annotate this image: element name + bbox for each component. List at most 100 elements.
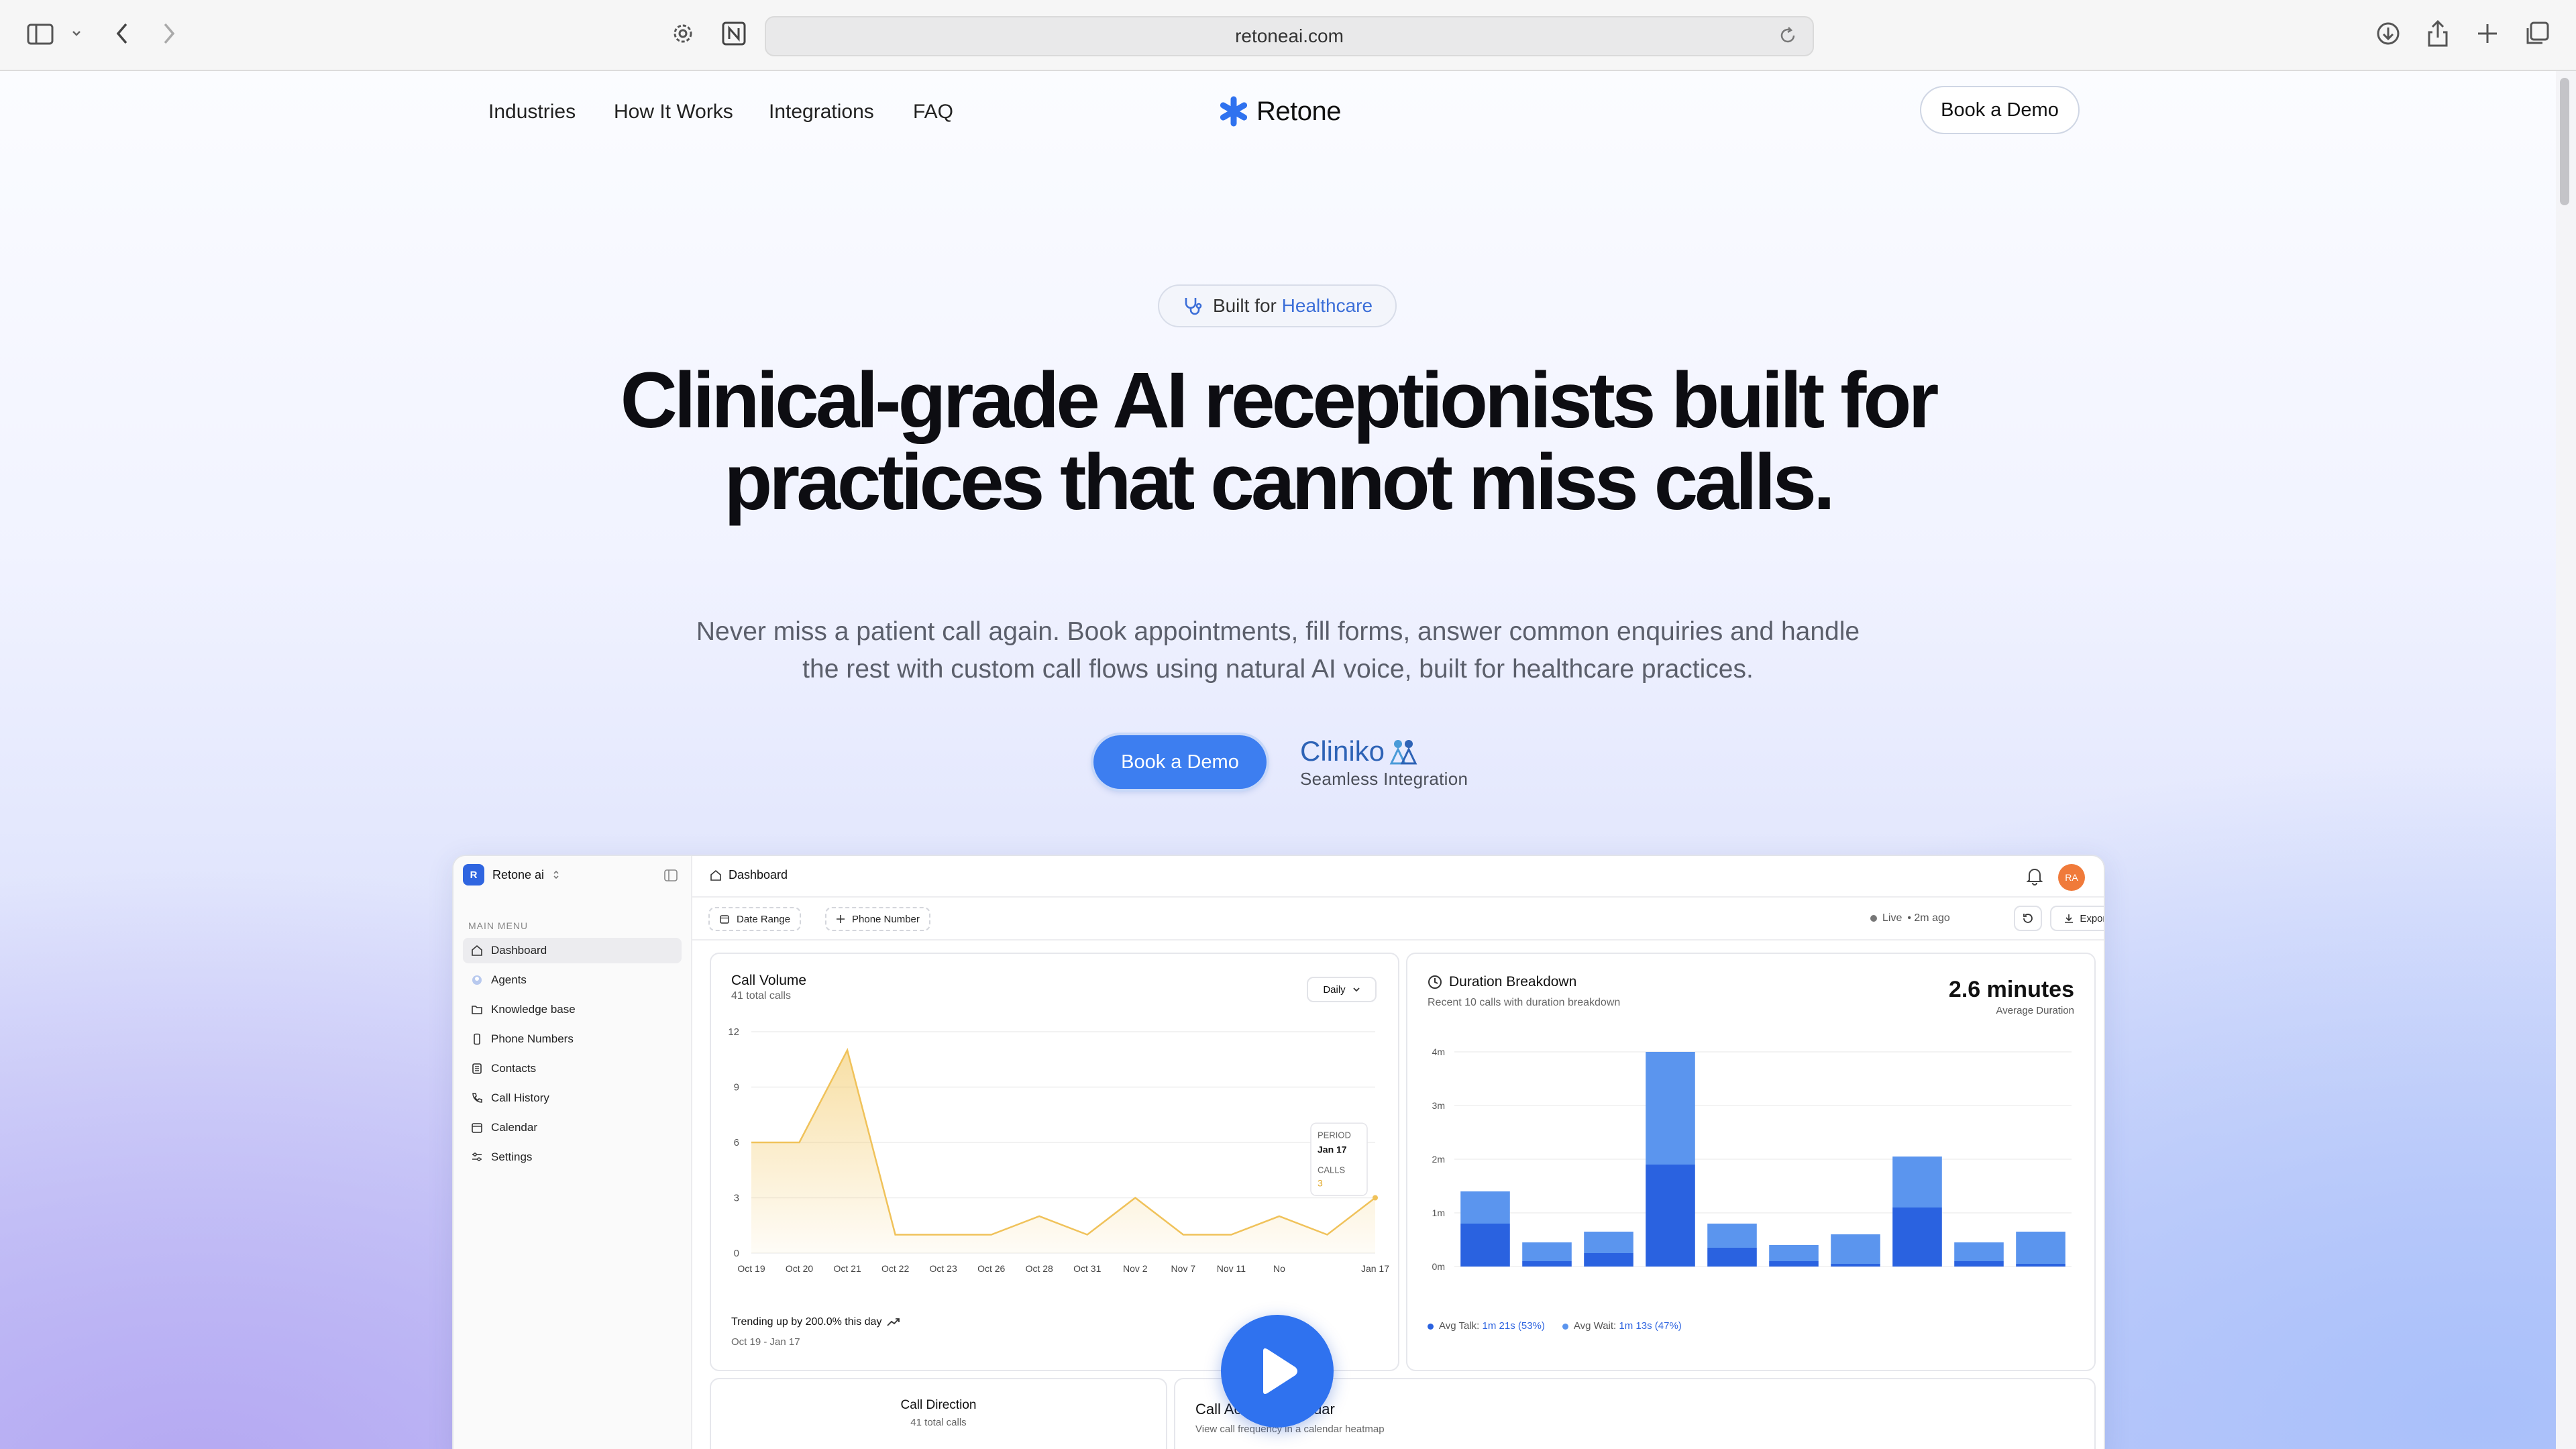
play-icon [1263,1348,1297,1394]
sidebar-item-label: Agents [491,973,527,986]
duration-subtitle: Recent 10 calls with duration breakdown [1428,997,1621,1008]
play-video-button[interactable] [1221,1315,1334,1428]
workspace-switcher[interactable]: R Retone ai [463,864,560,885]
sidebar-item-contacts[interactable]: Contacts [463,1056,682,1081]
duration-bar-chart: 0m 1m 2m 3m 4m [1432,1046,2072,1272]
contacts-icon [472,1063,482,1074]
bar-talk [1831,1264,1880,1267]
sidebar-item-agents[interactable]: Agents [463,967,682,993]
bar-talk [1584,1253,1633,1267]
new-tab-icon[interactable] [2474,20,2501,47]
back-icon[interactable] [114,21,130,46]
cliniko-integration[interactable]: Cliniko Seamless Integration [1300,735,1468,790]
page-scrollbar-thumb[interactable] [2560,78,2569,205]
chevron-updown-icon [553,870,559,879]
legend-talk-label: Avg Talk: [1439,1320,1480,1332]
tooltip-period-label: PERIOD [1318,1130,1351,1140]
bar-wait [1646,1052,1695,1165]
sidebar-item-phone-numbers[interactable]: Phone Numbers [463,1026,682,1052]
clock-icon [1428,975,1442,989]
x-tick-label: Oct 19 [737,1263,765,1274]
refresh-button[interactable] [2014,906,2042,931]
agent-icon [472,975,482,985]
x-tick-label: Oct 21 [833,1263,861,1274]
browser-toolbar: retoneai.com [0,0,2576,71]
sidebar-item-label: Calendar [491,1121,537,1134]
call-volume-chart: 0 3 6 9 12 Oct 19 Oct 20 Oct 21 Oct 22 Oct 23 Oct … [728,1026,1389,1274]
share-icon[interactable] [2424,19,2451,48]
sidebar-item-call-history[interactable]: Call History [463,1085,682,1111]
book-demo-hero-button[interactable]: Book a Demo [1093,735,1267,789]
tooltip-calls: 3 [1318,1177,1323,1188]
breadcrumb: Dashboard [710,868,788,882]
menu-title: MAIN MENU [468,920,529,931]
address-bar[interactable]: retoneai.com [765,16,1814,56]
nav-how-it-works[interactable]: How It Works [614,101,733,123]
sidebar-toggle-icon[interactable] [27,23,54,46]
date-range-filter[interactable]: Date Range [708,907,802,931]
asterisk-logo-icon [1220,96,1248,127]
bar-wait [1707,1224,1757,1248]
sidebar-item-label: Phone Numbers [491,1032,574,1045]
legend-wait-swatch [1562,1323,1568,1330]
chevron-down-icon[interactable] [71,28,82,39]
book-demo-nav-button[interactable]: Book a Demo [1920,86,2080,134]
export-button[interactable]: Export [2050,906,2104,931]
sidebar-item-label: Knowledge base [491,1003,576,1016]
nav-integrations[interactable]: Integrations [769,101,874,123]
settings-sliders-icon [472,1152,482,1161]
bar-wait [1460,1191,1510,1224]
y-tick-label: 0m [1432,1261,1445,1272]
sidebar-item-calendar[interactable]: Calendar [463,1115,682,1140]
bar-talk [1769,1261,1819,1267]
y-tick-label: 3 [734,1193,739,1204]
live-dot-icon [1870,915,1877,922]
x-tick-label: Jan 17 [1361,1263,1389,1274]
x-tick-label: No [1273,1263,1285,1274]
nav-industries[interactable]: Industries [488,101,576,123]
call-volume-subtitle: 41 total calls [731,990,791,1002]
download-icon[interactable] [2375,20,2402,47]
sidebar-item-settings[interactable]: Settings [463,1144,682,1170]
period-select[interactable]: Daily [1307,977,1377,1002]
notion-icon[interactable] [720,20,747,47]
breadcrumb-label: Dashboard [729,868,788,881]
collapse-sidebar-icon[interactable] [664,869,678,881]
x-tick-label: Oct 22 [881,1263,909,1274]
legend-wait-label: Avg Wait: [1573,1320,1617,1332]
download-icon [2065,914,2074,923]
duration-breakdown-card: Duration Breakdown Recent 10 calls with … [1406,953,2096,1371]
duration-title-label: Duration Breakdown [1449,974,1577,989]
duration-title: Duration Breakdown [1428,974,1576,990]
legend-wait-value: 1m 13s (47%) [1619,1320,1682,1332]
workspace-avatar: R [463,864,484,885]
hero-headline: Clinical-grade AI receptionists built fo… [470,360,2086,523]
y-tick-label: 6 [734,1137,739,1148]
cliniko-caption: Seamless Integration [1300,769,1468,789]
user-avatar[interactable]: RA [2058,864,2085,891]
x-tick-label: Oct 20 [786,1263,813,1274]
call-volume-title: Call Volume [731,973,807,988]
y-tick-label: 4m [1432,1046,1445,1057]
live-time: • 2m ago [1907,912,1950,924]
calendar-icon [472,1123,482,1133]
gear-icon[interactable] [669,20,696,47]
tab-overview-icon[interactable] [2524,20,2551,47]
badge-highlight: Healthcare [1281,295,1373,316]
bell-icon[interactable] [2026,867,2043,885]
bar-wait [1831,1234,1880,1264]
sidebar-item-label: Contacts [491,1062,537,1075]
sidebar-item-knowledge-base[interactable]: Knowledge base [463,997,682,1022]
reload-icon[interactable] [1778,25,1798,50]
forward-icon[interactable] [161,21,177,46]
sidebar-item-dashboard[interactable]: Dashboard [463,938,682,963]
filter-bar: Date Range Phone Number Live • 2m ago Ex… [692,898,2104,941]
phone-call-icon [472,1093,482,1103]
page-scrollbar[interactable] [2556,71,2576,1449]
y-tick-label: 1m [1432,1208,1445,1218]
brand-logo[interactable]: Retone [1218,95,1341,127]
x-tick-label: Oct 31 [1073,1263,1101,1274]
bar-talk [2016,1264,2065,1267]
phone-number-filter[interactable]: Phone Number [825,907,930,931]
nav-faq[interactable]: FAQ [913,101,953,123]
